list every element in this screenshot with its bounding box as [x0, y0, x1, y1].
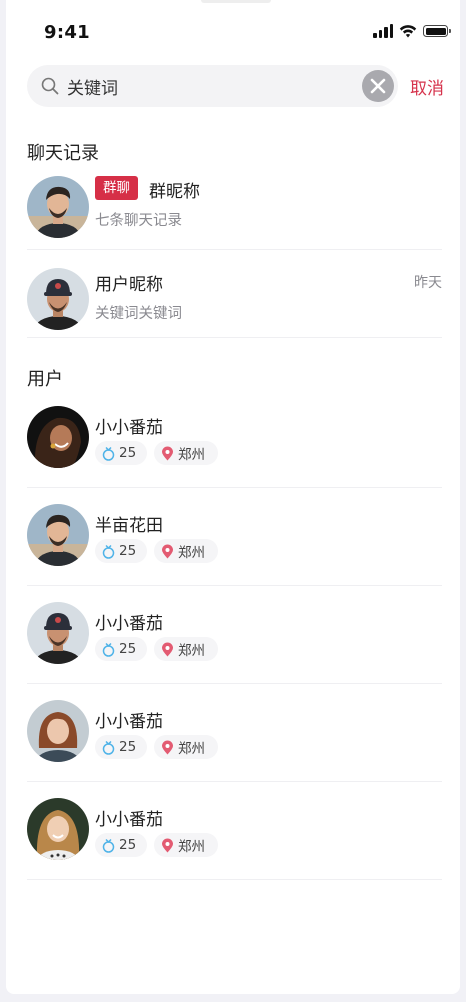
chat-subtitle: 七条聊天记录	[95, 213, 182, 229]
chat-section-title: 聊天记录	[27, 143, 99, 164]
battery-icon	[423, 25, 451, 37]
divider	[27, 781, 442, 782]
location-chip: 郑州	[154, 637, 218, 661]
cancel-button[interactable]: 取消	[410, 74, 444, 99]
age-value: 25	[119, 543, 137, 559]
avatar	[27, 268, 89, 330]
age-chip: 25	[95, 637, 147, 661]
divider	[27, 249, 442, 250]
status-time: 9:41	[44, 22, 90, 43]
age-chip: 25	[95, 441, 147, 465]
location-pin-icon	[162, 544, 173, 558]
chat-time: 昨天	[414, 275, 442, 291]
status-icons	[373, 24, 451, 38]
age-value: 25	[119, 837, 137, 853]
city-value: 郑州	[178, 741, 205, 757]
location-pin-icon	[162, 446, 173, 460]
avatar	[27, 700, 89, 762]
divider	[27, 487, 442, 488]
divider	[27, 683, 442, 684]
city-value: 郑州	[178, 643, 205, 659]
age-chip: 25	[95, 833, 147, 857]
location-chip: 郑州	[154, 833, 218, 857]
city-value: 郑州	[178, 545, 205, 561]
group-chat-badge: 群聊	[95, 176, 138, 200]
location-chip: 郑州	[154, 735, 218, 759]
ring-icon	[102, 446, 115, 461]
phone-screen: 9:41 取消 聊天记录	[6, 0, 460, 994]
divider	[27, 337, 442, 338]
user-name: 小小番茄	[95, 712, 163, 732]
age-value: 25	[119, 739, 137, 755]
location-pin-icon	[162, 740, 173, 754]
search-icon	[41, 77, 59, 95]
chat-name: 群昵称	[149, 182, 200, 202]
age-value: 25	[119, 445, 137, 461]
avatar	[27, 798, 89, 860]
ring-icon	[102, 740, 115, 755]
city-value: 郑州	[178, 839, 205, 855]
avatar	[27, 176, 89, 238]
age-value: 25	[119, 641, 137, 657]
divider	[27, 879, 442, 880]
user-name: 小小番茄	[95, 418, 163, 438]
chat-name: 用户昵称	[95, 275, 163, 295]
location-pin-icon	[162, 838, 173, 852]
wifi-icon	[399, 25, 417, 38]
user-name: 半亩花田	[95, 516, 163, 536]
clear-search-button[interactable]	[362, 70, 394, 102]
user-item[interactable]: 小小番茄 25 郑州	[27, 798, 442, 860]
avatar	[27, 504, 89, 566]
ring-icon	[102, 838, 115, 853]
user-item[interactable]: 半亩花田 25 郑州	[27, 504, 442, 566]
location-chip: 郑州	[154, 441, 218, 465]
user-name: 小小番茄	[95, 810, 163, 830]
search-bar[interactable]	[27, 65, 398, 107]
age-chip: 25	[95, 539, 147, 563]
city-value: 郑州	[178, 447, 205, 463]
chat-item-user[interactable]: 用户昵称 昨天 关键词关键词	[27, 268, 442, 330]
user-item[interactable]: 小小番茄 25 郑州	[27, 406, 442, 468]
age-chip: 25	[95, 735, 147, 759]
user-item[interactable]: 小小番茄 25 郑州	[27, 700, 442, 762]
ring-icon	[102, 544, 115, 559]
user-section-title: 用户	[27, 369, 63, 390]
ring-icon	[102, 642, 115, 657]
divider	[27, 585, 442, 586]
chat-subtitle: 关键词关键词	[95, 306, 182, 322]
location-chip: 郑州	[154, 539, 218, 563]
cellular-signal-icon	[373, 24, 393, 38]
user-item[interactable]: 小小番茄 25 郑州	[27, 602, 442, 664]
chat-item-group[interactable]: 群聊 群昵称 七条聊天记录	[27, 176, 442, 238]
avatar	[27, 602, 89, 664]
status-bar: 9:41	[6, 0, 460, 64]
location-pin-icon	[162, 642, 173, 656]
user-name: 小小番茄	[95, 614, 163, 634]
avatar	[27, 406, 89, 468]
clear-icon	[370, 78, 386, 94]
search-input[interactable]	[67, 65, 347, 107]
